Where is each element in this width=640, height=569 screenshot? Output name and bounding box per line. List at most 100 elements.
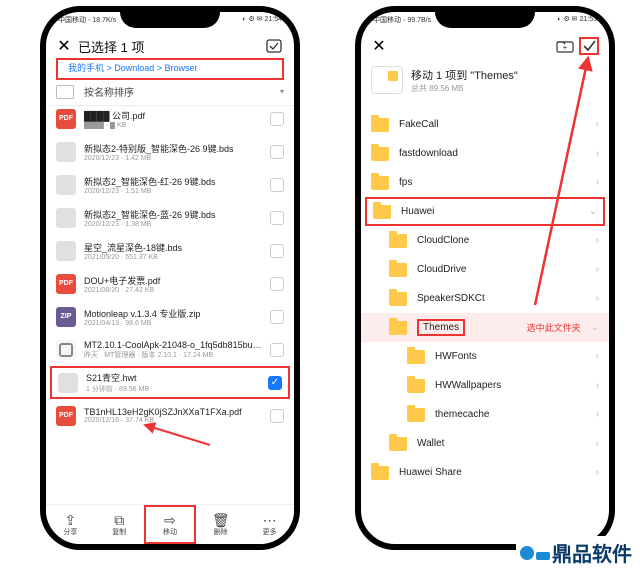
folder-row[interactable]: HWFonts› (361, 342, 609, 371)
status-right: ◐ ⚙ ✉ 21:53 (557, 15, 597, 30)
phone-right: 中国移动 ◦ 99.7B/s ◐ ⚙ ✉ 21:53 ✕ + 移动 1 项到 "… (355, 6, 615, 550)
chevron-right-icon: › (596, 438, 599, 449)
file-icon (56, 175, 76, 195)
folder-huawei[interactable]: Huawei⌄ (365, 197, 605, 226)
checkbox[interactable] (270, 310, 284, 324)
checkbox[interactable] (270, 211, 284, 225)
file-to-folder-icon (371, 66, 403, 94)
status-left: 中国移动 ◦ 18.7K/s (58, 15, 116, 30)
header: ✕ + (361, 30, 609, 58)
folder-icon (371, 118, 389, 132)
folder-row[interactable]: fps› (361, 168, 609, 197)
file-icon (58, 373, 78, 393)
select-hint: 选中此文件夹 (527, 321, 581, 334)
close-icon[interactable]: ✕ (56, 36, 72, 56)
folder-row[interactable]: fastdownload› (361, 139, 609, 168)
file-list[interactable]: PDF████ 公司.pdf████ · █ KB 新拟态2-特别版_智能深色-… (46, 102, 294, 504)
header: ✕ 已选择 1 项 (46, 30, 294, 58)
brand-logo: 鼎品软件 (516, 536, 636, 569)
list-item[interactable]: PDF████ 公司.pdf████ · █ KB (46, 102, 294, 135)
list-item-selected[interactable]: S21青空.hwt1 分钟前 · 89.56 MB✓ (50, 366, 290, 399)
chevron-down-icon: ⌄ (591, 322, 599, 333)
checkbox[interactable] (270, 409, 284, 423)
share-button[interactable]: ⇪分享 (46, 505, 95, 544)
checkbox[interactable] (270, 145, 284, 159)
more-button[interactable]: ⋯更多 (245, 505, 294, 544)
new-folder-icon[interactable]: + (555, 37, 575, 55)
folder-row[interactable]: Wallet› (361, 429, 609, 458)
chevron-right-icon: › (596, 293, 599, 304)
logo-icon (520, 546, 534, 560)
list-item[interactable]: ZIPMotionleap v.1.3.4 专业版.zip2021/04/13 … (46, 300, 294, 333)
checkbox[interactable] (270, 178, 284, 192)
pdf-icon: PDF (56, 109, 76, 129)
list-item[interactable]: 新拟态2-特别版_智能深色-26 9键.bds2020/12/23 · 1.42… (46, 135, 294, 168)
select-all-icon[interactable] (264, 37, 284, 55)
app-icon (56, 340, 76, 360)
folder-row[interactable]: CloudClone› (361, 226, 609, 255)
file-icon (56, 142, 76, 162)
folder-row[interactable]: HWWallpapers› (361, 371, 609, 400)
chevron-down-icon: ▾ (280, 87, 284, 96)
folder-icon (389, 321, 407, 335)
folder-row[interactable]: SpeakerSDKCt› (361, 284, 609, 313)
folder-icon (389, 263, 407, 277)
brand-text: 鼎品软件 (552, 538, 632, 567)
checkbox[interactable] (270, 343, 284, 357)
checkbox[interactable] (270, 277, 284, 291)
selection-title: 已选择 1 项 (72, 37, 260, 56)
chevron-right-icon: › (596, 264, 599, 275)
status-right: ◐ ⚙ ✉ 21:54 (242, 15, 282, 30)
checkbox[interactable] (270, 244, 284, 258)
folder-icon (371, 466, 389, 480)
folder-icon (371, 176, 389, 190)
move-size: 总共 89.56 MB (411, 83, 518, 94)
folder-row[interactable]: Huawei Share› (361, 458, 609, 487)
file-icon (56, 208, 76, 228)
chevron-right-icon: › (596, 380, 599, 391)
chevron-right-icon: › (596, 148, 599, 159)
chevron-right-icon: › (596, 351, 599, 362)
folder-icon (373, 205, 391, 219)
list-item[interactable]: PDFDOU+电子发票.pdf2021/08/20 · 27.42 KB (46, 267, 294, 300)
breadcrumb[interactable]: 我的手机 > Download > Browser (56, 58, 284, 80)
folder-icon (407, 408, 425, 422)
file-icon (56, 241, 76, 261)
status-left: 中国移动 ◦ 99.7B/s (373, 15, 431, 30)
folder-icon (389, 234, 407, 248)
close-icon[interactable]: ✕ (371, 36, 387, 56)
checkbox[interactable] (270, 112, 284, 126)
list-item[interactable]: 新拟态2_智能深色-红-26 9键.bds2020/12/23 · 1.51 M… (46, 168, 294, 201)
notch (120, 10, 220, 28)
list-item[interactable]: PDFTB1nHL13eH2gK0jSZJnXXaT1FXa.pdf2020/1… (46, 399, 294, 432)
zip-icon: ZIP (56, 307, 76, 327)
checkbox-checked[interactable]: ✓ (268, 376, 282, 390)
move-button[interactable]: ⇨移动 (144, 505, 197, 544)
new-folder-icon[interactable] (56, 85, 74, 99)
notch (435, 10, 535, 28)
folder-icon (407, 379, 425, 393)
phone-left: 中国移动 ◦ 18.7K/s ◐ ⚙ ✉ 21:54 ✕ 已选择 1 项 我的手… (40, 6, 300, 550)
copy-button[interactable]: ⧉复制 (95, 505, 144, 544)
move-info: 移动 1 项到 "Themes" 总共 89.56 MB (361, 58, 609, 102)
chevron-down-icon: ⌄ (589, 206, 597, 217)
folder-row[interactable]: FakeCall› (361, 110, 609, 139)
folder-icon (389, 292, 407, 306)
list-item[interactable]: 星空_流星深色-18键.bds2021/05/20 · 551.37 KB (46, 234, 294, 267)
chevron-right-icon: › (596, 177, 599, 188)
folder-list[interactable]: FakeCall› fastdownload› fps› Huawei⌄ Clo… (361, 110, 609, 544)
chevron-right-icon: › (596, 119, 599, 130)
logo-icon (536, 552, 550, 560)
folder-row[interactable]: CloudDrive› (361, 255, 609, 284)
pdf-icon: PDF (56, 274, 76, 294)
confirm-icon[interactable] (579, 37, 599, 55)
chevron-right-icon: › (596, 235, 599, 246)
delete-button[interactable]: 🗑删除 (196, 505, 245, 544)
folder-row[interactable]: themecache› (361, 400, 609, 429)
folder-themes[interactable]: Themes选中此文件夹⌄ (361, 313, 609, 342)
list-item[interactable]: 新拟态2_智能深色-蓝-26 9键.bds2020/12/23 · 1.38 M… (46, 201, 294, 234)
chevron-right-icon: › (596, 409, 599, 420)
svg-text:+: + (563, 43, 568, 52)
bottom-toolbar: ⇪分享 ⧉复制 ⇨移动 🗑删除 ⋯更多 (46, 504, 294, 544)
list-item[interactable]: MT2.10.1-CoolApk-21048-o_1fq5db815burkhb… (46, 333, 294, 366)
